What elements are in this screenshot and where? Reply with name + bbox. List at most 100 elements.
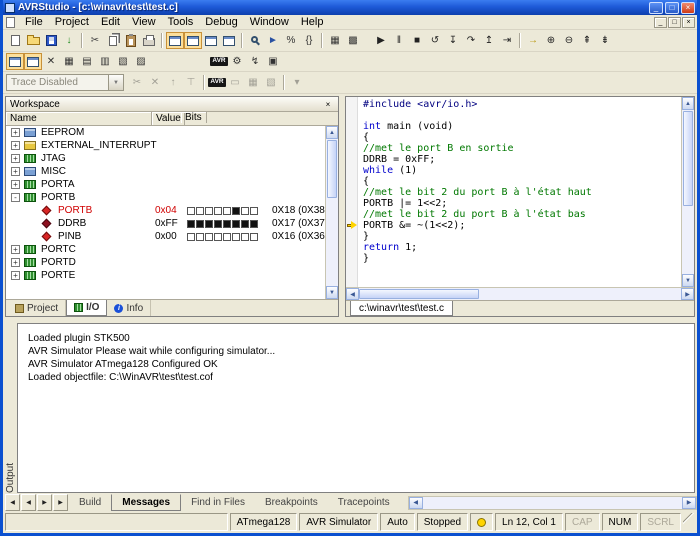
scroll-right-icon[interactable]: ▶ — [681, 288, 694, 300]
trace-combobox[interactable]: Trace Disabled ▼ — [6, 74, 124, 91]
scroll-track[interactable] — [682, 110, 694, 274]
menu-edit[interactable]: Edit — [95, 15, 126, 29]
expand-toggle-icon[interactable]: + — [11, 128, 20, 137]
tree-row-misc[interactable]: +MISC — [6, 165, 325, 178]
bit-checkbox[interactable] — [196, 207, 204, 215]
tree-row-external_interrupt[interactable]: +EXTERNAL_INTERRUPT — [6, 139, 325, 152]
bit-checkbox[interactable] — [223, 220, 231, 228]
menu-view[interactable]: View — [126, 15, 162, 29]
minimize-icon[interactable]: _ — [649, 2, 663, 14]
scroll-thumb[interactable] — [359, 289, 479, 299]
expand-toggle-icon[interactable]: + — [11, 167, 20, 176]
editor-margin[interactable] — [346, 97, 358, 287]
bit-checkbox[interactable] — [223, 233, 231, 241]
first-tab-icon[interactable]: ◀ — [5, 494, 20, 511]
menu-window[interactable]: Window — [244, 15, 295, 29]
io-window-icon[interactable] — [24, 53, 42, 70]
last-tab-icon[interactable]: ▶ — [53, 494, 68, 511]
menu-help[interactable]: Help — [295, 15, 330, 29]
tab-info[interactable]: iInfo — [107, 300, 151, 316]
scroll-up-icon[interactable]: ▲ — [326, 126, 338, 139]
tree-row-portb[interactable]: PORTB0x040X18 (0X38) — [6, 204, 325, 217]
bit-checkbox[interactable] — [187, 220, 195, 228]
close-icon[interactable]: × — [681, 2, 695, 14]
workspace-header[interactable]: Workspace × — [6, 97, 338, 112]
bit-checkbox[interactable] — [205, 207, 213, 215]
maximize-icon[interactable]: □ — [665, 2, 679, 14]
next-tab-icon[interactable]: ▶ — [37, 494, 52, 511]
tree-row-porta[interactable]: +PORTA — [6, 178, 325, 191]
find-next-icon[interactable]: ► — [264, 32, 282, 49]
bit-checkbox[interactable] — [205, 233, 213, 241]
prev-tab-icon[interactable]: ◀ — [21, 494, 36, 511]
bit-checkbox[interactable] — [214, 233, 222, 241]
scroll-track[interactable] — [423, 497, 682, 509]
mdi-restore-icon[interactable]: □ — [668, 17, 681, 28]
combo-dropdown-icon[interactable]: ▼ — [108, 75, 123, 90]
scroll-left-icon[interactable]: ◀ — [346, 288, 359, 300]
zoom-percent-icon[interactable]: % — [282, 32, 300, 49]
tile-windows-icon[interactable] — [220, 32, 238, 49]
save-file-icon[interactable] — [42, 32, 60, 49]
profiler-icon[interactable]: ▧ — [262, 74, 280, 91]
scroll-track[interactable] — [359, 288, 681, 300]
open-file-icon[interactable] — [24, 32, 42, 49]
layout-icon[interactable]: ▭ — [226, 74, 244, 91]
scroll-thumb[interactable] — [327, 140, 337, 198]
tree-row-ddrb[interactable]: DDRB0xFF0X17 (0X37) — [6, 217, 325, 230]
bit-checkbox[interactable] — [241, 220, 249, 228]
tree-row-portc[interactable]: +PORTC — [6, 243, 325, 256]
register-view-icon[interactable]: ▦ — [60, 53, 78, 70]
expand-toggle-icon[interactable]: + — [11, 180, 20, 189]
next-statement-icon[interactable]: → — [524, 32, 542, 49]
trace-marker-icon[interactable]: ⊤ — [182, 74, 200, 91]
stop-icon[interactable]: ■ — [408, 32, 426, 49]
watch-view-icon[interactable]: ▥ — [96, 53, 114, 70]
scroll-right-icon[interactable]: ▶ — [682, 497, 696, 509]
menu-file[interactable]: File — [19, 15, 49, 29]
scroll-left-icon[interactable]: ◀ — [409, 497, 423, 509]
tree-row-eeprom[interactable]: +EEPROM — [6, 126, 325, 139]
output-panel-label[interactable]: Output — [5, 333, 16, 493]
new-file-icon[interactable] — [6, 32, 24, 49]
tab-messages[interactable]: Messages — [111, 494, 181, 511]
bit-checkbox[interactable] — [205, 220, 213, 228]
step-out-icon[interactable]: ↥ — [480, 32, 498, 49]
print-icon[interactable] — [140, 32, 158, 49]
expand-toggle-icon[interactable]: + — [11, 245, 20, 254]
menu-debug[interactable]: Debug — [199, 15, 243, 29]
trace-delete-icon[interactable]: ✕ — [146, 74, 164, 91]
stopwatch-minus-icon[interactable]: ⊖ — [560, 32, 578, 49]
tab-build[interactable]: Build — [69, 494, 111, 511]
bit-checkbox[interactable] — [250, 233, 258, 241]
pause-icon[interactable]: ‖ — [390, 32, 408, 49]
output-messages[interactable]: Loaded plugin STK500AVR Simulator Please… — [17, 323, 695, 493]
tabbar-scrollbar[interactable]: ◀ ▶ — [408, 496, 697, 510]
trace-options-icon[interactable]: ▾ — [288, 74, 306, 91]
menu-project[interactable]: Project — [49, 15, 95, 29]
column-header-bits[interactable]: Bits — [181, 112, 207, 123]
bit-checkbox[interactable] — [214, 220, 222, 228]
expand-toggle-icon[interactable]: + — [11, 154, 20, 163]
tree-row-porte[interactable]: +PORTE — [6, 269, 325, 282]
tab-i-o[interactable]: I/O — [66, 300, 107, 316]
editor-hscrollbar[interactable]: ◀ ▶ — [346, 287, 694, 300]
tree-row-portd[interactable]: +PORTD — [6, 256, 325, 269]
title-bar[interactable]: AVRStudio - [c:\winavr\test\test.c] _ □ … — [3, 0, 697, 15]
memory-view-icon[interactable]: ▤ — [78, 53, 96, 70]
resize-grip[interactable] — [683, 513, 695, 531]
editor-file-tab[interactable]: c:\winavr\test\test.c — [350, 301, 453, 316]
bit-checkbox[interactable] — [187, 233, 195, 241]
scroll-down-icon[interactable]: ▼ — [326, 286, 338, 299]
scroll-thumb[interactable] — [683, 111, 693, 206]
cut-icon[interactable]: ✂ — [86, 32, 104, 49]
tree-row-pinb[interactable]: PINB0x000X16 (0X36) — [6, 230, 325, 243]
bit-checkbox[interactable] — [196, 233, 204, 241]
watch-window-icon[interactable]: ▦ — [326, 32, 344, 49]
tab-project[interactable]: Project — [8, 300, 66, 316]
close-pane-icon[interactable]: ✕ — [42, 53, 60, 70]
step-over-icon[interactable]: ↷ — [462, 32, 480, 49]
cascade-windows-icon[interactable] — [202, 32, 220, 49]
tab-find-in-files[interactable]: Find in Files — [181, 494, 255, 511]
page-up-icon[interactable]: ⇞ — [578, 32, 596, 49]
